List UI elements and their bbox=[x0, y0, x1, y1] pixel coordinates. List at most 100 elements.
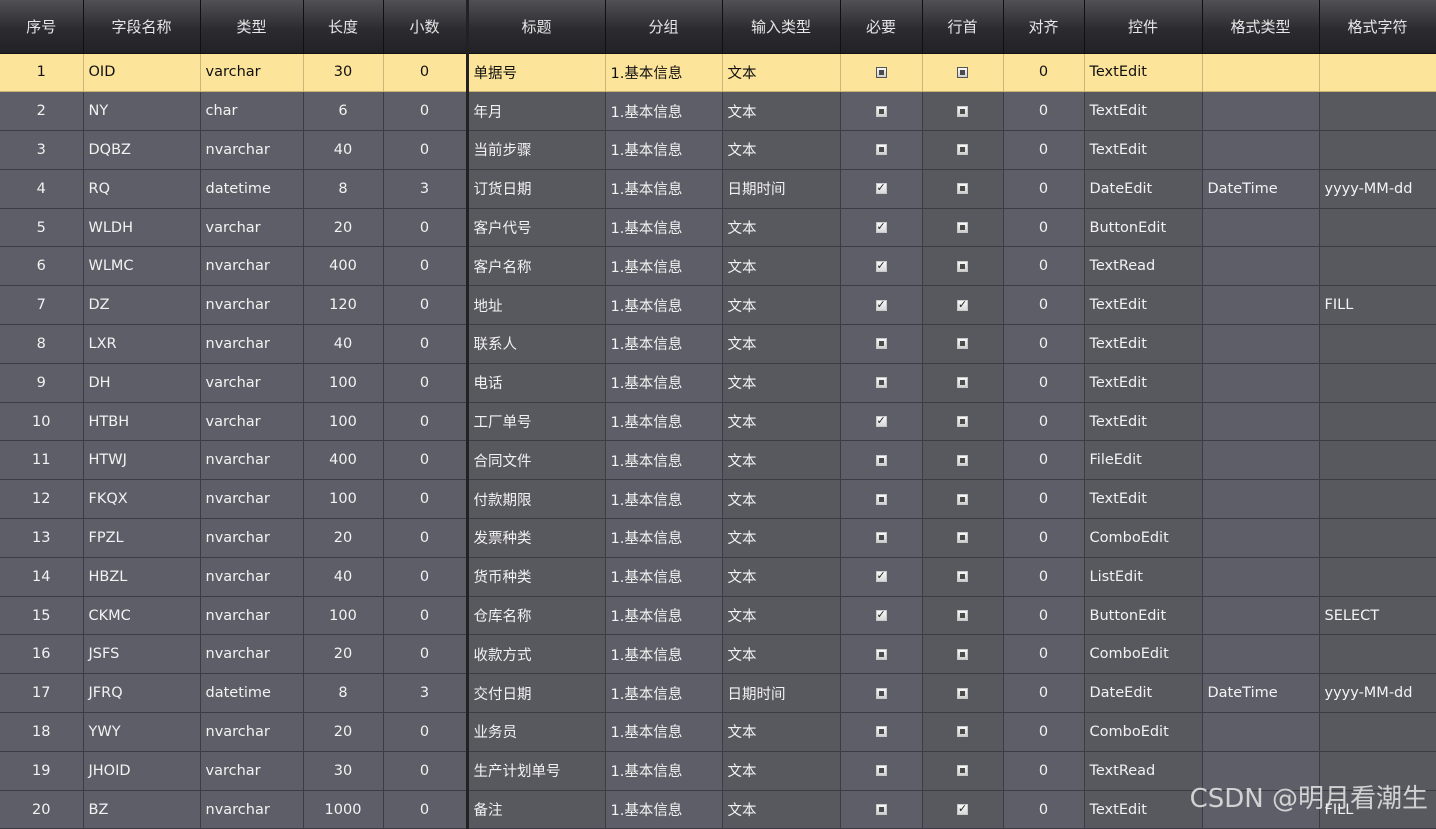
cell-group[interactable]: 1.基本信息 bbox=[605, 53, 723, 93]
col-header-control[interactable]: 控件 bbox=[1084, 0, 1203, 54]
cell-field-name[interactable]: NY bbox=[83, 91, 201, 132]
cell-input-type[interactable]: 文本 bbox=[722, 596, 841, 636]
checkbox-unchecked[interactable] bbox=[957, 222, 968, 234]
cell-field-name[interactable]: WLMC bbox=[83, 246, 201, 287]
cell-decimal[interactable]: 0 bbox=[383, 91, 469, 132]
cell-title[interactable]: 联系人 bbox=[467, 324, 606, 364]
cell-no[interactable]: 8 bbox=[0, 324, 84, 364]
checkbox-unchecked[interactable] bbox=[957, 338, 968, 350]
cell-type[interactable]: nvarchar bbox=[200, 324, 304, 364]
cell-input-type[interactable]: 文本 bbox=[722, 363, 841, 403]
cell-input-type[interactable]: 文本 bbox=[722, 402, 841, 442]
cell-group[interactable]: 1.基本信息 bbox=[605, 790, 723, 829]
cell-type[interactable]: varchar bbox=[200, 402, 304, 442]
cell-align[interactable]: 0 bbox=[1003, 208, 1085, 248]
cell-align[interactable]: 0 bbox=[1003, 479, 1085, 520]
cell-decimal[interactable]: 0 bbox=[383, 208, 469, 248]
cell-format-type[interactable] bbox=[1202, 479, 1320, 520]
table-row[interactable]: 16 JSFS nvarchar 20 0 收款方式 1.基本信息 文本 0 ComboEdit bbox=[0, 634, 1436, 675]
cell-input-type[interactable]: 日期时间 bbox=[722, 673, 841, 714]
cell-group[interactable]: 1.基本信息 bbox=[605, 596, 723, 636]
cell-control[interactable]: ButtonEdit bbox=[1084, 208, 1203, 248]
col-header-decimal[interactable]: 小数 bbox=[383, 0, 469, 54]
table-row[interactable]: 4RQdatetime83订货日期1.基本信息日期时间 0DateEditDate… bbox=[0, 169, 1436, 209]
cell-type[interactable]: nvarchar bbox=[200, 634, 304, 675]
cell-control[interactable]: TextEdit bbox=[1084, 324, 1203, 364]
cell-control[interactable]: ComboEdit bbox=[1084, 518, 1203, 558]
cell-input-type[interactable]: 文本 bbox=[722, 53, 841, 93]
cell-decimal[interactable]: 0 bbox=[383, 130, 469, 170]
col-header-row-head[interactable]: 行首 bbox=[922, 0, 1004, 54]
cell-input-type[interactable]: 文本 bbox=[722, 479, 841, 520]
cell-length[interactable]: 400 bbox=[303, 246, 384, 287]
cell-format-string[interactable] bbox=[1319, 53, 1436, 93]
cell-no[interactable]: 16 bbox=[0, 634, 84, 675]
cell-format-type[interactable] bbox=[1202, 285, 1320, 326]
cell-field-name[interactable]: DH bbox=[83, 363, 201, 403]
col-header-no[interactable]: 序号 bbox=[0, 0, 84, 54]
cell-length[interactable]: 400 bbox=[303, 440, 384, 481]
cell-field-name[interactable]: FPZL bbox=[83, 518, 201, 558]
cell-decimal[interactable]: 0 bbox=[383, 53, 469, 93]
cell-type[interactable]: nvarchar bbox=[200, 790, 304, 829]
checkbox-unchecked[interactable] bbox=[875, 804, 887, 816]
checkbox-checked[interactable] bbox=[875, 568, 887, 584]
checkbox-unchecked[interactable] bbox=[957, 765, 968, 777]
cell-field-name[interactable]: BZ bbox=[83, 790, 201, 829]
cell-length[interactable]: 8 bbox=[303, 169, 384, 209]
cell-format-string[interactable]: yyyy-MM-dd bbox=[1319, 169, 1436, 209]
cell-length[interactable]: 40 bbox=[303, 324, 384, 364]
checkbox-unchecked[interactable] bbox=[957, 416, 968, 428]
cell-length[interactable]: 100 bbox=[303, 402, 384, 442]
cell-format-type[interactable] bbox=[1202, 324, 1320, 364]
checkbox-unchecked[interactable] bbox=[875, 338, 887, 350]
checkbox-unchecked[interactable] bbox=[875, 532, 887, 544]
cell-group[interactable]: 1.基本信息 bbox=[605, 634, 723, 675]
cell-align[interactable]: 0 bbox=[1003, 712, 1085, 752]
cell-control[interactable]: TextEdit bbox=[1084, 130, 1203, 170]
cell-input-type[interactable]: 文本 bbox=[722, 130, 841, 170]
cell-no[interactable]: 3 bbox=[0, 130, 84, 170]
checkbox-unchecked[interactable] bbox=[875, 687, 887, 699]
cell-format-type[interactable] bbox=[1202, 440, 1320, 481]
cell-format-type[interactable] bbox=[1202, 402, 1320, 442]
table-row[interactable]: 11 HTWJ nvarchar 400 0 合同文件 1.基本信息 文本 0 FileEdit bbox=[0, 440, 1436, 481]
checkbox-unchecked[interactable] bbox=[957, 454, 968, 466]
cell-decimal[interactable]: 0 bbox=[383, 402, 469, 442]
cell-input-type[interactable]: 文本 bbox=[722, 91, 841, 132]
cell-align[interactable]: 0 bbox=[1003, 673, 1085, 714]
cell-title[interactable]: 业务员 bbox=[467, 712, 606, 752]
cell-length[interactable]: 8 bbox=[303, 673, 384, 714]
cell-control[interactable]: ComboEdit bbox=[1084, 712, 1203, 752]
cell-control[interactable]: FileEdit bbox=[1084, 440, 1203, 481]
cell-field-name[interactable]: DZ bbox=[83, 285, 201, 326]
cell-group[interactable]: 1.基本信息 bbox=[605, 479, 723, 520]
cell-decimal[interactable]: 3 bbox=[383, 169, 469, 209]
cell-title[interactable]: 收款方式 bbox=[467, 634, 606, 675]
cell-input-type[interactable]: 文本 bbox=[722, 712, 841, 752]
cell-no[interactable]: 4 bbox=[0, 169, 84, 209]
cell-decimal[interactable]: 0 bbox=[383, 790, 469, 829]
cell-no[interactable]: 11 bbox=[0, 440, 84, 481]
cell-control[interactable]: TextRead bbox=[1084, 751, 1203, 791]
cell-field-name[interactable]: DQBZ bbox=[83, 130, 201, 170]
cell-field-name[interactable]: LXR bbox=[83, 324, 201, 364]
cell-type[interactable]: nvarchar bbox=[200, 518, 304, 558]
cell-length[interactable]: 100 bbox=[303, 363, 384, 403]
col-header-title[interactable]: 标题 bbox=[467, 0, 606, 54]
checkbox-unchecked[interactable] bbox=[875, 377, 887, 389]
cell-format-type[interactable] bbox=[1202, 53, 1320, 93]
cell-format-type[interactable] bbox=[1202, 130, 1320, 170]
cell-title[interactable]: 客户名称 bbox=[467, 246, 606, 287]
cell-type[interactable]: nvarchar bbox=[200, 712, 304, 752]
cell-align[interactable]: 0 bbox=[1003, 790, 1085, 829]
cell-field-name[interactable]: OID bbox=[83, 53, 201, 93]
cell-control[interactable]: ComboEdit bbox=[1084, 634, 1203, 675]
cell-format-string[interactable] bbox=[1319, 91, 1436, 132]
checkbox-unchecked[interactable] bbox=[875, 144, 887, 156]
checkbox-unchecked[interactable] bbox=[957, 377, 968, 389]
col-header-required[interactable]: 必要 bbox=[840, 0, 923, 54]
cell-control[interactable]: TextEdit bbox=[1084, 479, 1203, 520]
cell-format-type[interactable] bbox=[1202, 518, 1320, 558]
checkbox-checked[interactable] bbox=[875, 180, 887, 196]
